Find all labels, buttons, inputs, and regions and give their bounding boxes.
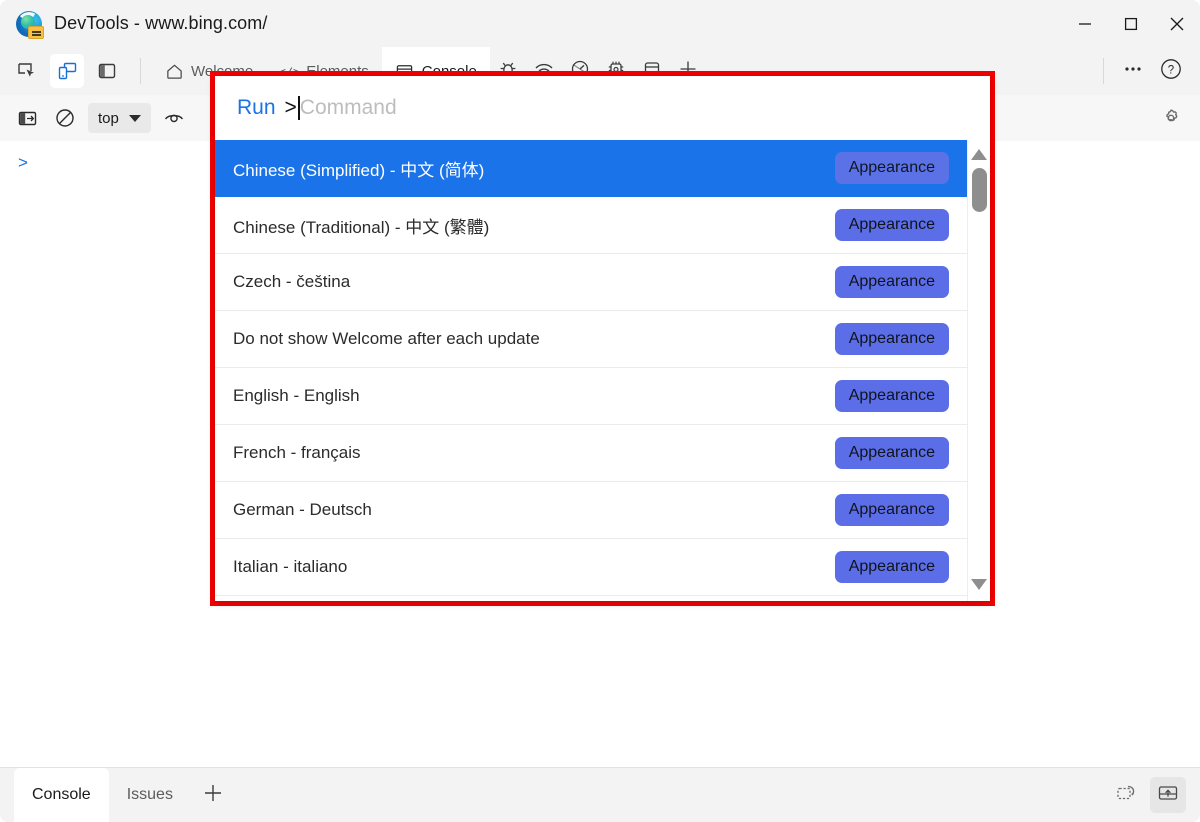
command-menu-item-label: Chinese (Traditional) - 中文 (繁體)	[233, 213, 489, 238]
dock-up-icon	[1156, 781, 1180, 810]
drawer-tabs: Console Issues	[0, 768, 235, 822]
toolbar-divider	[140, 58, 141, 84]
inspect-element-icon[interactable]	[10, 54, 44, 88]
command-menu-item[interactable]: Italian - italiano Appearance	[215, 539, 967, 596]
close-button[interactable]	[1154, 0, 1200, 47]
triangle-down-icon[interactable]	[971, 579, 987, 590]
console-prompt-chevron-icon: >	[18, 154, 28, 171]
command-menu-item-label: Czech - čeština	[233, 272, 350, 292]
command-menu-item-label: English - English	[233, 386, 360, 406]
command-menu-highlight-annotation: Run > Command Chinese (Simplified) - 中文 …	[210, 71, 995, 606]
maximize-button[interactable]	[1108, 0, 1154, 47]
command-input-placeholder: Command	[300, 96, 397, 120]
device-emulation-icon[interactable]	[50, 54, 84, 88]
gear-icon[interactable]	[1156, 103, 1186, 133]
title-bar: DevTools - www.bing.com/	[0, 0, 1200, 47]
restore-drawer-button[interactable]	[1108, 777, 1144, 813]
drawer-tab-bar: Console Issues	[0, 767, 1200, 822]
devtools-window: DevTools - www.bing.com/	[0, 0, 1200, 822]
drawer-tab-console[interactable]: Console	[14, 768, 109, 822]
command-menu-item[interactable]: Chinese (Simplified) - 中文 (简体) Appearance	[215, 140, 967, 197]
drawer-tab-console-label: Console	[32, 786, 91, 804]
window-controls	[1062, 0, 1200, 47]
svg-text:?: ?	[1168, 64, 1174, 76]
command-menu-item-label: Do not show Welcome after each update	[233, 329, 540, 349]
command-menu-item[interactable]: French - français Appearance	[215, 425, 967, 482]
drawer-add-tab-button[interactable]	[191, 768, 235, 822]
command-menu-item-category-badge: Appearance	[835, 494, 949, 526]
console-toolbar-right	[1156, 103, 1200, 133]
edge-devtools-icon	[16, 11, 42, 37]
command-menu-item[interactable]: English - English Appearance	[215, 368, 967, 425]
command-menu-scrollbar[interactable]	[967, 140, 990, 601]
command-menu-item-label: French - français	[233, 443, 361, 463]
command-menu-item-category-badge: Appearance	[835, 152, 949, 184]
chevron-down-icon	[129, 115, 141, 122]
command-menu-item[interactable]: German - Deutsch Appearance	[215, 482, 967, 539]
title-bar-left: DevTools - www.bing.com/	[0, 11, 267, 37]
command-menu-list: Chinese (Simplified) - 中文 (简体) Appearance…	[215, 140, 990, 601]
context-select-value: top	[98, 110, 119, 127]
command-menu-item-category-badge: Appearance	[835, 323, 949, 355]
scrollbar-thumb[interactable]	[972, 168, 987, 212]
show-console-sidebar-icon[interactable]	[12, 103, 42, 133]
command-menu-rows: Chinese (Simplified) - 中文 (简体) Appearance…	[215, 140, 967, 601]
help-button[interactable]: ?	[1154, 54, 1188, 88]
ellipsis-icon	[1122, 58, 1144, 85]
triangle-up-icon[interactable]	[971, 149, 987, 160]
window-title: DevTools - www.bing.com/	[54, 13, 267, 34]
minimize-button[interactable]	[1062, 0, 1108, 47]
command-menu-item-category-badge: Appearance	[835, 209, 949, 241]
live-expression-icon[interactable]	[159, 103, 189, 133]
toolbar-left-icons	[0, 54, 151, 88]
drawer-tab-issues[interactable]: Issues	[109, 768, 191, 822]
run-label: Run	[237, 96, 276, 120]
command-menu-item-label: Italian - italiano	[233, 557, 347, 577]
clear-console-icon[interactable]	[50, 103, 80, 133]
drawer-right-buttons	[1108, 777, 1200, 813]
toolbar-right-icons: ?	[1095, 54, 1200, 88]
command-menu-item-category-badge: Appearance	[835, 380, 949, 412]
command-menu-item-category-badge: Appearance	[835, 266, 949, 298]
command-menu-item-category-badge: Appearance	[835, 437, 949, 469]
drawer-tab-issues-label: Issues	[127, 786, 173, 804]
question-circle-icon: ?	[1159, 57, 1183, 86]
javascript-context-select[interactable]: top	[88, 103, 151, 133]
command-menu-item-category-badge: Appearance	[835, 551, 949, 583]
more-options-button[interactable]	[1116, 54, 1150, 88]
command-prefix: >	[285, 96, 297, 120]
home-icon	[164, 61, 184, 81]
dock-side-icon[interactable]	[90, 54, 124, 88]
command-menu-input-row[interactable]: Run > Command	[215, 76, 990, 140]
plus-icon	[201, 781, 225, 810]
console-toolbar-left: top	[0, 103, 189, 133]
command-menu-item[interactable]: Czech - čeština Appearance	[215, 254, 967, 311]
command-menu-item-label: German - Deutsch	[233, 500, 372, 520]
restore-drawer-icon	[1114, 781, 1138, 810]
toolbar-divider-right	[1103, 58, 1104, 84]
command-menu-item-label: Chinese (Simplified) - 中文 (简体)	[233, 156, 484, 181]
command-menu: Run > Command Chinese (Simplified) - 中文 …	[215, 76, 990, 601]
command-menu-item[interactable]: Do not show Welcome after each update App…	[215, 311, 967, 368]
dock-drawer-button[interactable]	[1150, 777, 1186, 813]
command-menu-item[interactable]: Chinese (Traditional) - 中文 (繁體) Appearanc…	[215, 197, 967, 254]
